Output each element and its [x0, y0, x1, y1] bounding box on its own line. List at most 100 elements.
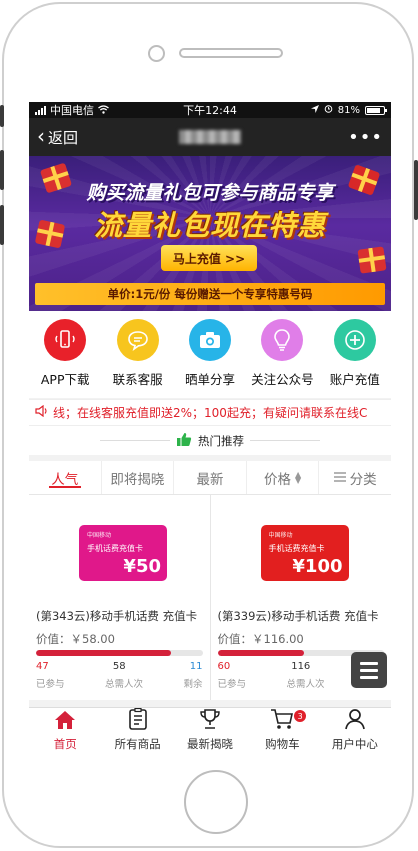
speaker-icon	[35, 404, 49, 420]
quick-action-app-download[interactable]: APP下载	[29, 319, 101, 398]
tab-newest[interactable]: 最新	[174, 461, 247, 494]
plus-icon	[333, 319, 376, 361]
hot-recommend-label: 热门推荐	[198, 433, 244, 448]
progress-labels: 已参与 总需人次 剩余	[36, 676, 203, 690]
quick-action-label: 联系客服	[112, 372, 163, 387]
quick-actions: APP下载 联系客服 晒单分享 关注公众号 账户充值	[29, 311, 391, 398]
quick-action-label: APP下载	[40, 372, 90, 387]
card-amount: ¥50	[123, 556, 161, 577]
banner-title: 流量礼包现在特惠	[93, 209, 326, 242]
page-title-blurred	[179, 130, 241, 144]
tab-popularity[interactable]: 人气	[29, 461, 102, 494]
divider	[100, 440, 170, 441]
progress-fill	[36, 650, 171, 656]
quick-action-label: 晒单分享	[184, 372, 235, 387]
floating-menu-button[interactable]	[351, 652, 387, 688]
tabbar-user-center[interactable]: 用户中心	[319, 708, 391, 755]
back-button[interactable]: ‹ 返回	[37, 124, 79, 148]
total-label: 总需人次	[104, 679, 143, 690]
tab-label: 即将揭晓	[110, 471, 165, 488]
notice-bar[interactable]: 线；在线客服充值即送2%；100起充；有疑问请联系在线C	[29, 399, 391, 425]
tabbar-label: 购物车	[265, 737, 300, 751]
filter-tabs: 人气 即将揭晓 最新 价格 ▲ ▼ 分类	[29, 455, 391, 495]
tabbar-label: 用户中心	[331, 737, 378, 751]
user-icon	[344, 708, 366, 733]
more-menu-button[interactable]: •••	[348, 127, 383, 148]
volume-down-button	[0, 205, 4, 245]
gift-box-icon	[357, 246, 387, 274]
card-subtitle: 手机话费充值卡	[268, 544, 325, 553]
card-amount: ¥100	[292, 556, 343, 577]
banner-headline: 购买流量礼包可参与商品专享	[86, 182, 334, 204]
card-subtitle: 手机话费充值卡	[87, 544, 143, 553]
tab-price[interactable]: 价格 ▲ ▼	[247, 461, 320, 494]
cart-badge: 3	[294, 710, 307, 722]
joined-label: 已参与	[36, 679, 65, 690]
product-name: (第343云)移动手机话费 充值卡	[36, 609, 198, 623]
divider	[250, 440, 320, 441]
hamburger-icon	[333, 470, 346, 486]
tabbar-cart[interactable]: 3 购物车	[246, 708, 318, 755]
bottom-tab-bar: 首页 所有商品 最新揭晓 3 购物车 用户中心	[29, 707, 391, 755]
tab-label: 人气	[51, 471, 79, 488]
screen: 中国电信 下午12:44 81% ‹ 返回 ••• 购买流量礼包可参与商品专享 …	[29, 102, 391, 755]
quick-action-account-recharge[interactable]: 账户充值	[319, 319, 391, 398]
quick-action-label: 关注公众号	[251, 372, 314, 387]
status-bar: 中国电信 下午12:44 81%	[29, 102, 391, 118]
quick-action-follow-account[interactable]: 关注公众号	[246, 319, 318, 398]
bulb-icon	[261, 319, 304, 361]
tab-coming-soon[interactable]: 即将揭晓	[102, 461, 175, 494]
status-time: 下午12:44	[183, 104, 237, 117]
quick-action-customer-service[interactable]: 联系客服	[102, 319, 174, 398]
power-button	[414, 160, 418, 220]
product-price: 价值：￥116.00	[217, 632, 304, 646]
product-card[interactable]: 中国移动 手机话费充值卡 ¥50 (第343云)移动手机话费 充值卡 价值：￥5…	[29, 495, 210, 700]
phone-icon	[44, 319, 87, 361]
sort-arrows-icon: ▲ ▼	[295, 469, 302, 485]
quick-action-share-order[interactable]: 晒单分享	[174, 319, 246, 398]
tabbar-latest-results[interactable]: 最新揭晓	[174, 708, 246, 755]
tab-label: 价格	[264, 471, 291, 488]
recharge-card-image: 中国移动 手机话费充值卡 ¥100	[260, 525, 349, 581]
remaining-label: 剩余	[183, 679, 203, 690]
joined-count: 47	[36, 661, 49, 672]
total-count: 116	[291, 661, 311, 672]
home-icon	[54, 710, 76, 733]
tabbar-home[interactable]: 首页	[29, 708, 101, 755]
home-button[interactable]	[184, 770, 248, 834]
quick-action-label: 账户充值	[329, 372, 380, 387]
progress-bar	[36, 650, 203, 656]
promo-banner[interactable]: 购买流量礼包可参与商品专享 流量礼包现在特惠 马上充值 >> 单价:1元/份 每…	[29, 156, 391, 311]
tab-label: 分类	[349, 471, 377, 488]
back-label: 返回	[48, 128, 79, 147]
joined-label: 已参与	[217, 679, 247, 690]
product-grid: 中国移动 手机话费充值卡 ¥50 (第343云)移动手机话费 充值卡 价值：￥5…	[29, 495, 391, 700]
chat-icon	[116, 319, 159, 361]
remaining-count: 11	[189, 661, 203, 672]
thumbs-up-icon	[176, 432, 192, 450]
tab-category[interactable]: 分类	[319, 461, 391, 494]
product-price: 价值：￥58.00	[36, 632, 115, 646]
tabbar-all-products[interactable]: 所有商品	[101, 707, 173, 755]
hot-recommend-header: 热门推荐	[29, 425, 391, 455]
nav-bar: ‹ 返回 •••	[29, 118, 391, 156]
card-brand: 中国移动	[268, 532, 293, 539]
product-name: (第339云)移动手机话费 充值卡	[217, 609, 379, 623]
volume-up-button	[0, 150, 4, 190]
tabbar-label: 首页	[53, 737, 77, 751]
camera-icon	[188, 319, 231, 361]
mute-switch	[0, 105, 4, 127]
progress-numbers: 47 58 11	[36, 661, 203, 672]
earpiece-speaker	[179, 48, 283, 58]
trophy-icon	[199, 708, 221, 733]
joined-count: 60	[217, 661, 231, 672]
card-brand: 中国移动	[87, 532, 112, 539]
total-label: 总需人次	[286, 679, 325, 690]
battery-icon	[365, 105, 387, 115]
tabbar-label: 最新揭晓	[187, 737, 234, 751]
progress-fill	[217, 650, 305, 656]
banner-price-note: 单价:1元/份 每份赠送一个专享特惠号码	[35, 283, 385, 305]
chevron-left-icon: ‹	[37, 124, 45, 148]
recharge-now-button[interactable]: 马上充值 >>	[161, 245, 257, 271]
tabbar-label: 所有商品	[114, 737, 161, 751]
